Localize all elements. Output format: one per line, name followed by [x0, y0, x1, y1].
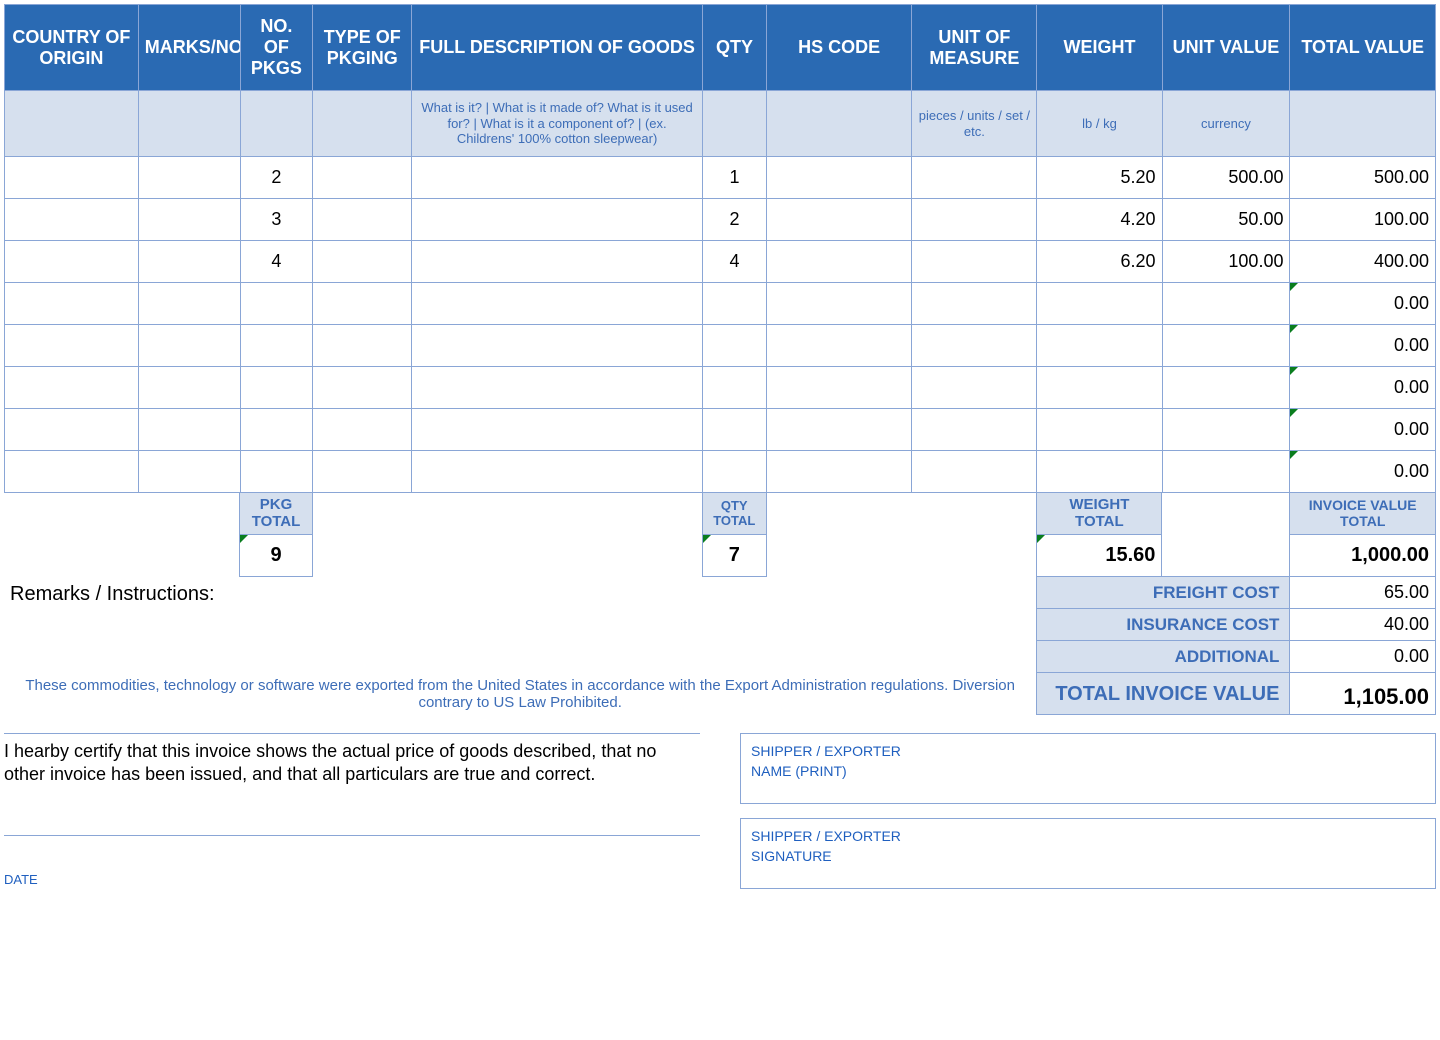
- h-qty: QTY: [702, 5, 766, 91]
- shipper-sig-l1: SHIPPER / EXPORTER: [751, 827, 1425, 847]
- shipper-name-l2: NAME (PRINT): [751, 762, 1425, 782]
- shipper-name-box: SHIPPER / EXPORTER NAME (PRINT): [740, 733, 1436, 804]
- freight-val: 65.00: [1290, 577, 1436, 609]
- shipper-sig-box: SHIPPER / EXPORTER SIGNATURE: [740, 818, 1436, 889]
- shipper-sig-l2: SIGNATURE: [751, 847, 1425, 867]
- bottom-area: I hearby certify that this invoice shows…: [4, 733, 1436, 889]
- h-pkging: TYPE OF PKGING: [313, 5, 412, 91]
- tot-invval: 1,000.00: [1290, 535, 1436, 577]
- sub-invval: INVOICE VALUE TOTAL: [1290, 493, 1436, 535]
- freight-label: FREIGHT COST: [1037, 577, 1290, 609]
- table-row: 0.00: [5, 283, 1436, 325]
- additional-val: 0.00: [1290, 641, 1436, 673]
- h-country: COUNTRY OF ORIGIN: [5, 5, 139, 91]
- sub-qty: QTY TOTAL: [702, 493, 766, 535]
- h-tvalue: TOTAL VALUE: [1290, 5, 1436, 91]
- date-label: DATE: [4, 835, 700, 887]
- h-marks: MARKS/NO's: [138, 5, 240, 91]
- table-row: 446.20100.00400.00: [5, 241, 1436, 283]
- h-uom: UNIT OF MEASURE: [912, 5, 1037, 91]
- h-pkgs: NO. OF PKGS: [240, 5, 313, 91]
- hint-weight: lb / kg: [1037, 91, 1162, 157]
- insurance-val: 40.00: [1290, 609, 1436, 641]
- table-row: 0.00: [5, 367, 1436, 409]
- total-invoice-label: TOTAL INVOICE VALUE: [1037, 673, 1290, 715]
- tot-weight: 15.60: [1037, 535, 1162, 577]
- h-uvalue: UNIT VALUE: [1162, 5, 1290, 91]
- hint-row: What is it? | What is it made of? What i…: [5, 91, 1436, 157]
- table-row: 0.00: [5, 409, 1436, 451]
- h-desc: FULL DESCRIPTION OF GOODS: [412, 5, 703, 91]
- total-invoice-val: 1,105.00: [1290, 673, 1436, 715]
- export-note: These commodities, technology or softwar…: [4, 673, 1037, 715]
- h-hs: HS CODE: [766, 5, 911, 91]
- tot-qty: 7: [702, 535, 766, 577]
- certify-text: I hearby certify that this invoice shows…: [4, 733, 700, 787]
- table-row: 0.00: [5, 451, 1436, 493]
- totals-table: PKG TOTAL QTY TOTAL WEIGHT TOTAL INVOICE…: [4, 492, 1436, 715]
- sub-pkg: PKG TOTAL: [240, 493, 313, 535]
- shipper-name-l1: SHIPPER / EXPORTER: [751, 742, 1425, 762]
- sub-weight: WEIGHT TOTAL: [1037, 493, 1162, 535]
- h-weight: WEIGHT: [1037, 5, 1162, 91]
- table-row: 324.2050.00100.00: [5, 199, 1436, 241]
- header-row: COUNTRY OF ORIGIN MARKS/NO's NO. OF PKGS…: [5, 5, 1436, 91]
- hint-desc: What is it? | What is it made of? What i…: [412, 91, 703, 157]
- remarks-label: Remarks / Instructions:: [4, 577, 1037, 673]
- hint-uvalue: currency: [1162, 91, 1290, 157]
- table-row: 0.00: [5, 325, 1436, 367]
- table-row: 215.20500.00500.00: [5, 157, 1436, 199]
- hint-uom: pieces / units / set / etc.: [912, 91, 1037, 157]
- tot-pkg: 9: [240, 535, 313, 577]
- invoice-table: COUNTRY OF ORIGIN MARKS/NO's NO. OF PKGS…: [4, 4, 1436, 493]
- insurance-label: INSURANCE COST: [1037, 609, 1290, 641]
- additional-label: ADDITIONAL: [1037, 641, 1290, 673]
